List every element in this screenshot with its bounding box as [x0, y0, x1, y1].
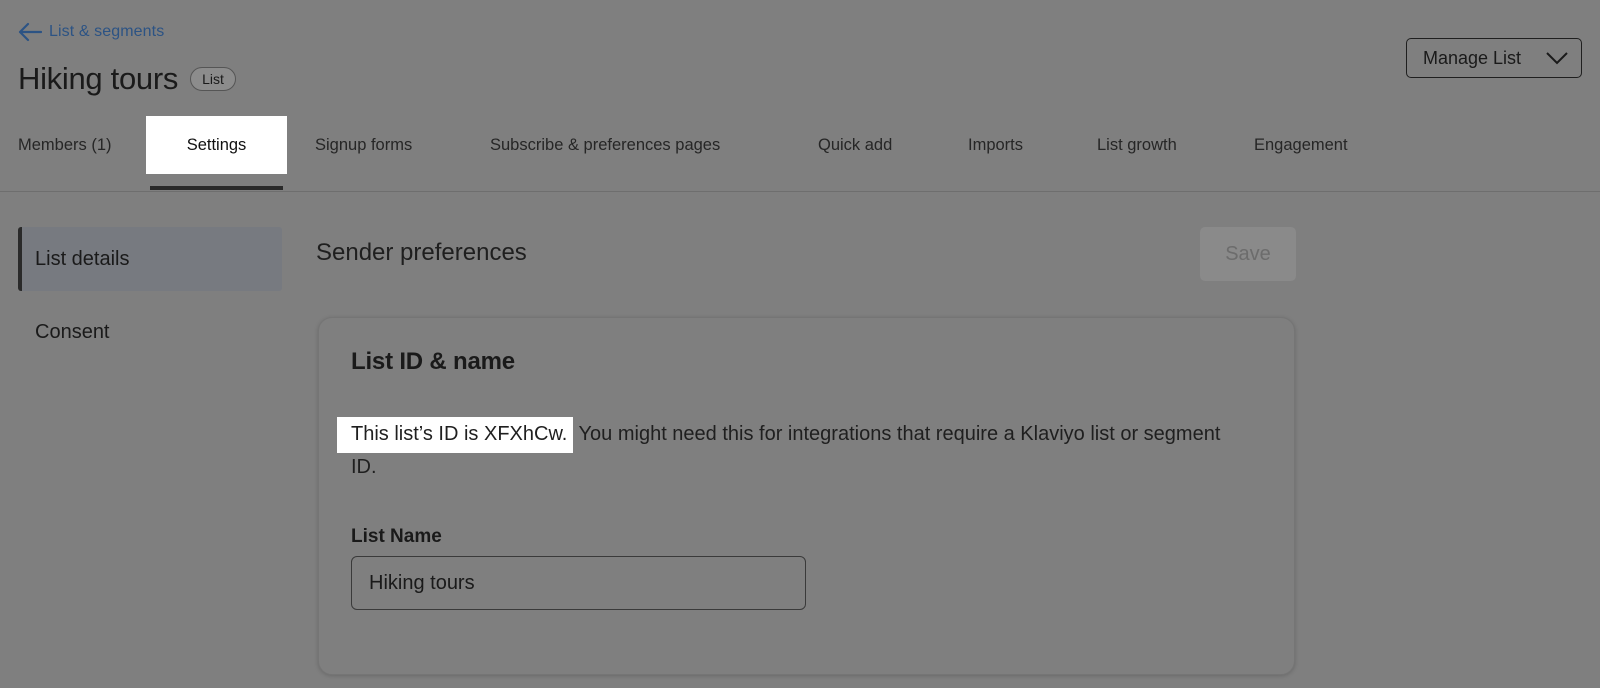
tab-settings[interactable]: Settings	[146, 116, 287, 174]
active-tab-indicator	[150, 186, 283, 190]
list-id-card: List ID & name This list’s ID is XFXhCw.…	[318, 317, 1295, 675]
tab-quick-add[interactable]: Quick add	[818, 116, 918, 174]
section-title: Sender preferences	[316, 239, 527, 266]
title-row: Hiking tours List	[18, 58, 236, 100]
list-name-input[interactable]	[351, 556, 806, 610]
tab-engagement[interactable]: Engagement	[1254, 116, 1374, 174]
tab-members[interactable]: Members (1)	[18, 116, 118, 174]
arrow-left-icon	[18, 22, 42, 42]
type-badge: List	[190, 67, 236, 91]
tab-signup-forms[interactable]: Signup forms	[315, 116, 459, 174]
list-id-highlight: This list’s ID is XFXhCw.	[337, 417, 574, 453]
list-name-label: List Name	[351, 526, 442, 547]
sidenav-item-list-details[interactable]: List details	[18, 227, 282, 291]
save-button[interactable]: Save	[1200, 227, 1296, 281]
page-title: Hiking tours	[18, 61, 179, 96]
tab-subscribe-preferences[interactable]: Subscribe & preferences pages	[490, 116, 760, 174]
tab-imports[interactable]: Imports	[968, 116, 1048, 174]
sidenav-item-label: Consent	[35, 320, 110, 343]
back-link-label: List & segments	[49, 23, 165, 40]
back-link[interactable]: List & segments	[18, 20, 164, 44]
tab-list-growth[interactable]: List growth	[1097, 116, 1207, 174]
chevron-down-icon	[1545, 51, 1569, 65]
sidenav-item-label: List details	[35, 247, 130, 270]
card-description: This list’s ID is XFXhCw. You might need…	[337, 417, 1251, 484]
tabs-divider	[0, 191, 1600, 192]
manage-list-label: Manage List	[1423, 47, 1522, 68]
card-title: List ID & name	[351, 348, 515, 375]
tab-bar: Members (1) Settings Signup forms Subscr…	[0, 116, 1600, 190]
sidenav-item-consent[interactable]: Consent	[18, 300, 282, 364]
manage-list-button[interactable]: Manage List	[1406, 38, 1582, 78]
